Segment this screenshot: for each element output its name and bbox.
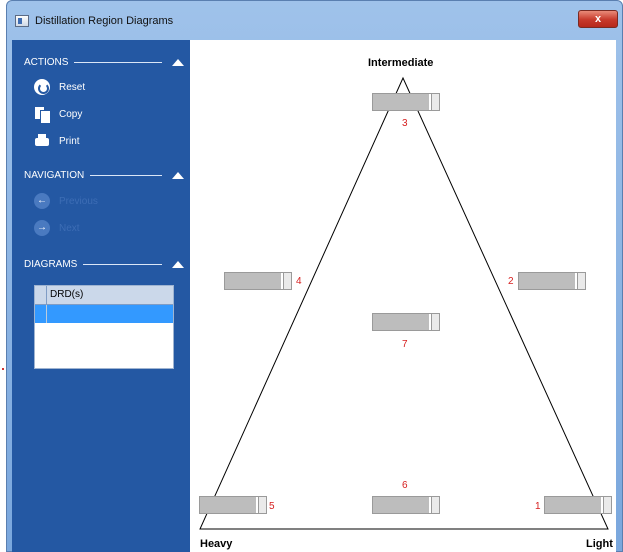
slider-thumb[interactable] (258, 497, 266, 513)
navigation-section-header[interactable]: NAVIGATION (24, 168, 184, 182)
slider-thumb[interactable] (431, 94, 439, 110)
next-label: Next (59, 222, 80, 234)
region-4-slider[interactable] (224, 272, 292, 290)
row-header-cell (35, 305, 47, 323)
region-6-slider[interactable] (372, 496, 440, 514)
slider-thumb[interactable] (603, 497, 611, 513)
copy-label: Copy (59, 108, 83, 120)
copy-button[interactable]: Copy (34, 105, 83, 124)
previous-label: Previous (59, 195, 98, 207)
collapse-icon[interactable] (172, 260, 184, 268)
table-row[interactable] (35, 305, 173, 323)
collapse-icon[interactable] (172, 171, 184, 179)
sidebar: ACTIONS Reset Copy Print NAVIGATION ← Pr… (12, 40, 190, 552)
region-3-label: 3 (402, 118, 408, 129)
region-5-label: 5 (269, 501, 275, 512)
print-button[interactable]: Print (34, 132, 80, 150)
region-3-slider[interactable] (372, 93, 440, 111)
previous-button[interactable]: ← Previous (34, 192, 98, 210)
navigation-title: NAVIGATION (24, 169, 85, 181)
next-button[interactable]: → Next (34, 219, 80, 237)
region-2-slider[interactable] (518, 272, 586, 290)
reset-button[interactable]: Reset (34, 78, 85, 96)
arrow-left-icon: ← (34, 193, 50, 209)
close-button[interactable]: x (578, 10, 618, 28)
region-7-label: 7 (402, 339, 408, 350)
slider-thumb[interactable] (283, 273, 291, 289)
diagrams-section-header[interactable]: DIAGRAMS (24, 257, 184, 271)
region-4-label: 4 (296, 276, 302, 287)
row-header-cell (35, 286, 47, 304)
slider-thumb[interactable] (431, 497, 439, 513)
region-6-label: 6 (402, 480, 408, 491)
vertex-label-intermediate: Intermediate (368, 57, 434, 69)
vertex-label-light: Light (586, 538, 613, 550)
region-5-slider[interactable] (199, 496, 267, 514)
region-1-slider[interactable] (544, 496, 612, 514)
edge-marker (2, 368, 4, 370)
actions-title: ACTIONS (24, 56, 69, 68)
diagrams-title: DIAGRAMS (24, 258, 78, 270)
window-title: Distillation Region Diagrams (35, 15, 174, 27)
slider-thumb[interactable] (431, 314, 439, 330)
divider (83, 263, 162, 265)
region-7-slider[interactable] (372, 313, 440, 331)
diagram-canvas: Intermediate Heavy Light 3 4 2 7 6 5 1 (190, 40, 616, 552)
divider (74, 61, 162, 63)
actions-section-header[interactable]: ACTIONS (24, 55, 184, 69)
ternary-triangle (199, 76, 609, 530)
print-label: Print (59, 135, 80, 147)
collapse-icon[interactable] (172, 58, 184, 66)
title-bar[interactable]: Distillation Region Diagrams x (7, 1, 622, 41)
grid-header: DRD(s) (35, 286, 173, 305)
print-icon (34, 133, 50, 149)
copy-icon (34, 106, 51, 124)
column-header-drd[interactable]: DRD(s) (47, 286, 173, 304)
diagrams-grid[interactable]: DRD(s) (34, 285, 174, 369)
slider-thumb[interactable] (577, 273, 585, 289)
reset-icon (34, 79, 50, 95)
region-1-label: 1 (535, 501, 541, 512)
triangle-diagram (199, 76, 609, 530)
vertex-label-heavy: Heavy (200, 538, 233, 550)
region-2-label: 2 (508, 276, 514, 287)
divider (90, 174, 162, 176)
reset-label: Reset (59, 81, 86, 93)
arrow-right-icon: → (34, 220, 50, 236)
app-icon (15, 15, 29, 27)
